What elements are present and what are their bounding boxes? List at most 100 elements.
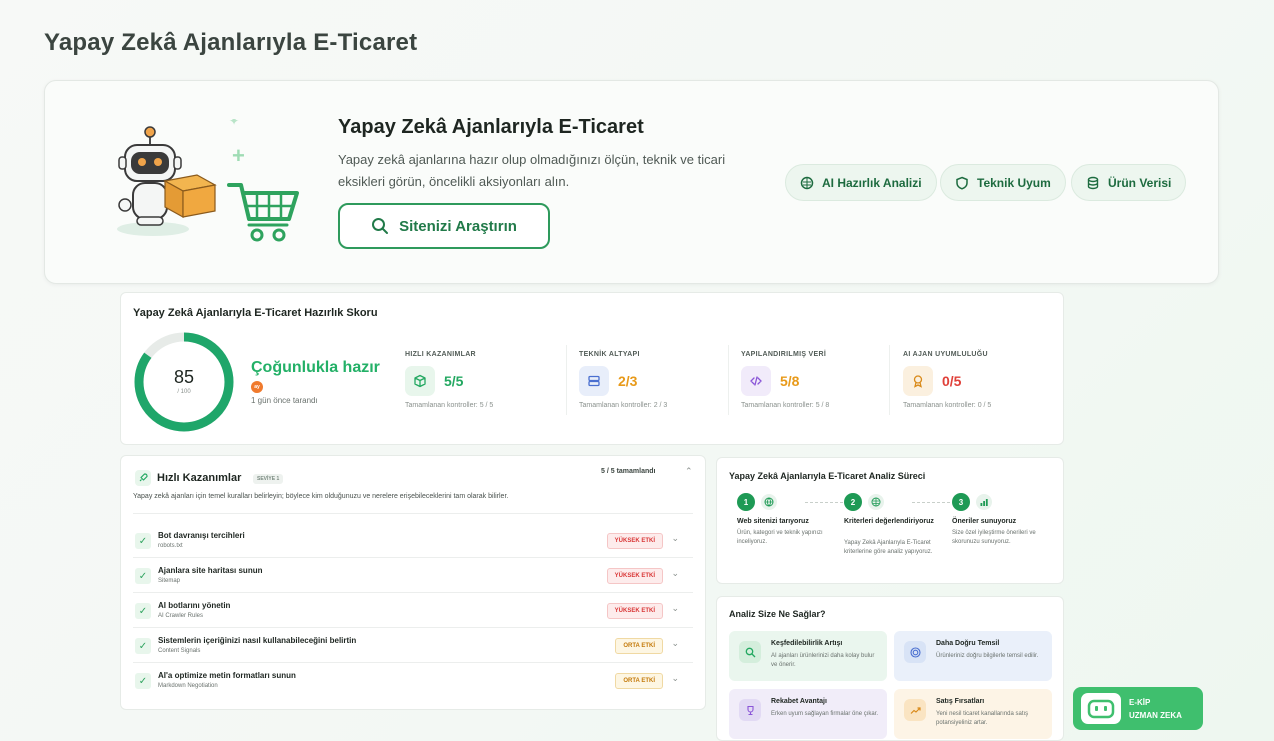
quick-wins-progress: 5 / 5 tamamlandı: [601, 468, 656, 475]
divider: [889, 345, 890, 415]
impact-badge: ORTA ETKİ: [615, 673, 663, 689]
chevron-down-icon[interactable]: ⌄: [671, 568, 679, 579]
score-value: 85: [173, 367, 195, 387]
hero-card: + ✦ Yapay Zekâ Ajanlarıyla E-Ticaret Yap…: [44, 80, 1219, 284]
check-icon: ✓: [135, 673, 151, 689]
quick-wins-description: Yapay zekâ ajanları için temel kuralları…: [133, 493, 509, 500]
benefits-title: Analiz Size Ne Sağlar?: [729, 609, 826, 619]
source-badge: ay: [251, 381, 263, 393]
svg-text:✦: ✦: [229, 119, 239, 128]
benefit-card: Keşfedilebilirlik Artışı AI ajanları ürü…: [729, 631, 887, 681]
collapse-chevron-icon[interactable]: ⌃: [685, 466, 693, 477]
globe-icon: [761, 494, 777, 510]
database-icon: [1087, 176, 1099, 189]
cube-icon: [405, 366, 435, 396]
step-desc: Yapay Zekâ Ajanlarıyla E-Ticaret kriterl…: [844, 540, 933, 555]
chevron-down-icon[interactable]: ⌄: [671, 673, 679, 684]
metric-quick-wins: HIZLI KAZANIMLAR 5/5 Tamamlanan kontroll…: [405, 351, 555, 421]
page-title: Yapay Zekâ Ajanlarıyla E-Ticaret: [44, 29, 418, 56]
search-icon: [739, 641, 761, 663]
search-site-label: Sitenizi Araştırın: [399, 217, 517, 235]
check-sub: Markdown Negotiation: [158, 683, 218, 689]
brain-icon: [868, 494, 884, 510]
shield-icon: [956, 176, 968, 190]
rocket-icon: [135, 470, 151, 486]
analysis-process-panel: Yapay Zekâ Ajanlarıyla E-Ticaret Analiz …: [716, 457, 1064, 584]
chevron-down-icon[interactable]: ⌄: [671, 638, 679, 649]
check-row[interactable]: ✓ Ajanlara site haritası sunun Sitemap Y…: [133, 558, 693, 593]
pill-product-data[interactable]: Ürün Verisi: [1071, 164, 1187, 201]
step-title: Web sitenizi tarıyoruz: [737, 518, 809, 525]
level-badge: SEVİYE 1: [253, 474, 284, 484]
step-title: Öneriler sunuyoruz: [952, 518, 1017, 525]
bar-chart-icon: [976, 494, 992, 510]
impact-badge: YÜKSEK ETKİ: [606, 603, 663, 619]
quick-wins-title: Hızlı Kazanımlar: [157, 472, 242, 484]
benefit-card: Daha Doğru Temsil Ürünleriniz doğru bilg…: [894, 631, 1052, 681]
quick-wins-panel: Hızlı Kazanımlar SEVİYE 1 5 / 5 tamamlan…: [120, 455, 706, 710]
pill-label: Ürün Verisi: [1108, 175, 1172, 190]
metric-value: 5/5: [444, 373, 464, 389]
pill-ai-readiness[interactable]: AI Hazırlık Analizi: [785, 164, 937, 201]
check-sub: robots.txt: [158, 543, 183, 549]
step-connector: [912, 502, 950, 503]
chat-label-2: UZMAN ZEKA: [1129, 710, 1182, 720]
benefit-card: Satış Fırsatları Yeni nesil ticaret kana…: [894, 689, 1052, 739]
robot-face-icon: [1081, 693, 1121, 724]
check-title: Bot davranışı tercihleri: [158, 531, 245, 540]
check-title: Sistemlerin içeriğinizi nasıl kullanabil…: [158, 636, 357, 645]
chevron-down-icon[interactable]: ⌄: [671, 603, 679, 614]
check-row[interactable]: ✓ AI'a optimize metin formatları sunun M…: [133, 663, 693, 698]
score-max: / 100: [177, 389, 191, 395]
step-number: 2: [844, 493, 862, 511]
metric-technical: TEKNİK ALTYAPI 2/3 Tamamlanan kontroller…: [579, 351, 729, 421]
check-icon: ✓: [135, 638, 151, 654]
metric-label: HIZLI KAZANIMLAR: [405, 351, 476, 358]
metric-ai-agent: AI AJAN UYUMLULUĞU 0/5 Tamamlanan kontro…: [903, 351, 1053, 421]
robot-cart-illustration: + ✦: [117, 119, 299, 242]
metric-structured-data: YAPILANDIRILMIŞ VERİ 5/8 Tamamlanan kont…: [741, 351, 891, 421]
chat-assistant-button[interactable]: E-KİP UZMAN ZEKA: [1073, 687, 1203, 730]
code-icon: [741, 366, 771, 396]
process-title: Yapay Zekâ Ajanlarıyla E-Ticaret Analiz …: [729, 471, 926, 481]
check-row[interactable]: ✓ Sistemlerin içeriğinizi nasıl kullanab…: [133, 628, 693, 663]
divider: [728, 345, 729, 415]
target-icon: [904, 641, 926, 663]
benefits-panel: Analiz Size Ne Sağlar? Keşfedilebilirlik…: [716, 596, 1064, 741]
benefit-desc: Ürünleriniz doğru bilgilerle temsil edil…: [936, 653, 1039, 659]
pill-technical-compliance[interactable]: Teknik Uyum: [940, 164, 1066, 201]
chevron-down-icon[interactable]: ⌄: [671, 533, 679, 544]
metric-label: YAPILANDIRILMIŞ VERİ: [741, 351, 827, 358]
check-title: AI botlarını yönetin: [158, 601, 231, 610]
step-title: Kriterleri değerlendiriyoruz: [844, 518, 934, 525]
metric-sub: Tamamlanan kontroller: 2 / 3: [579, 402, 668, 409]
trophy-icon: [739, 699, 761, 721]
benefit-title: Keşfedilebilirlik Artışı: [771, 640, 843, 647]
divider: [566, 345, 567, 415]
metric-sub: Tamamlanan kontroller: 5 / 5: [405, 402, 494, 409]
hero-title: Yapay Zekâ Ajanlarıyla E-Ticaret: [338, 116, 644, 138]
metric-label: AI AJAN UYUMLULUĞU: [903, 351, 988, 358]
benefit-desc: Yeni nesil ticaret kanallarında satış po…: [936, 711, 1029, 726]
benefit-card: Rekabet Avantajı Erken uyum sağlayan fir…: [729, 689, 887, 739]
divider: [133, 513, 693, 514]
impact-badge: YÜKSEK ETKİ: [606, 568, 663, 584]
readiness-score-panel: Yapay Zekâ Ajanlarıyla E-Ticaret Hazırlı…: [120, 292, 1064, 445]
check-row[interactable]: ✓ Bot davranışı tercihleri robots.txt YÜ…: [133, 523, 693, 558]
step-number: 3: [952, 493, 970, 511]
score-status: Çoğunlukla hazır: [251, 359, 380, 376]
impact-badge: ORTA ETKİ: [615, 638, 663, 654]
check-title: Ajanlara site haritası sunun: [158, 566, 263, 575]
check-title: AI'a optimize metin formatları sunun: [158, 671, 296, 680]
metric-value: 2/3: [618, 373, 638, 389]
metric-label: TEKNİK ALTYAPI: [579, 351, 640, 358]
benefit-title: Daha Doğru Temsil: [936, 640, 1000, 647]
search-site-button[interactable]: Sitenizi Araştırın: [338, 203, 550, 249]
benefit-title: Satış Fırsatları: [936, 698, 985, 705]
check-row[interactable]: ✓ AI botlarını yönetin AI Crawler Rules …: [133, 593, 693, 628]
check-icon: ✓: [135, 603, 151, 619]
metric-value: 5/8: [780, 373, 800, 389]
metric-sub: Tamamlanan kontroller: 5 / 8: [741, 402, 830, 409]
impact-badge: YÜKSEK ETKİ: [606, 533, 663, 549]
brain-icon: [800, 176, 814, 189]
